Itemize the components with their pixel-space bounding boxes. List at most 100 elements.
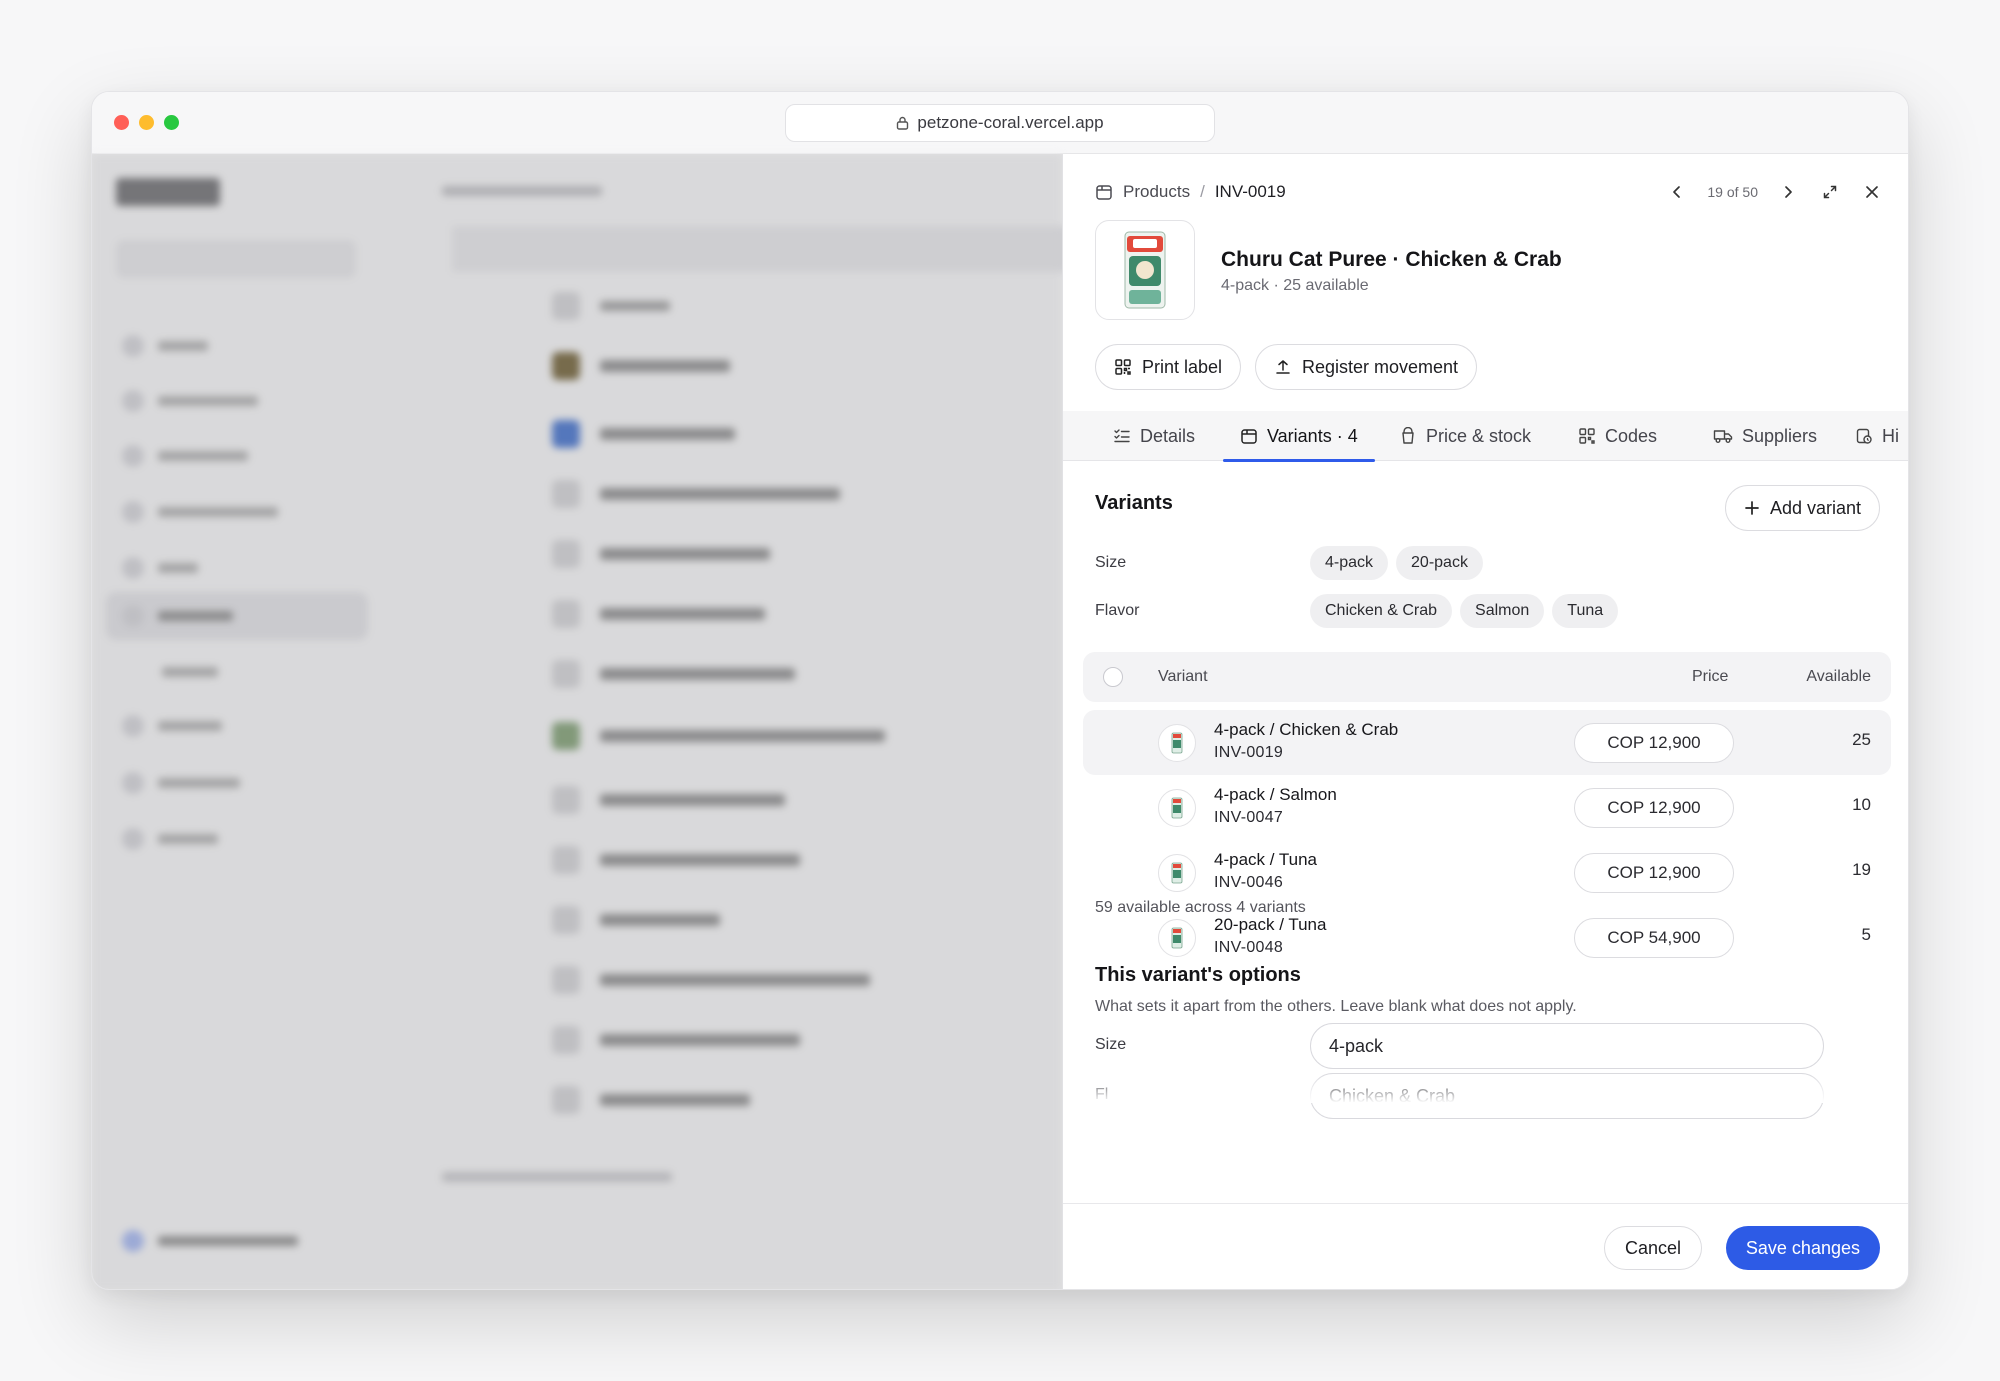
pager-text: 19 of 50 — [1707, 184, 1758, 200]
previous-record-button[interactable] — [1665, 180, 1689, 204]
close-window-button[interactable] — [114, 115, 129, 130]
lock-icon — [897, 116, 909, 130]
variant-sku: INV-0019 — [1214, 744, 1284, 761]
flavor-option-label: Flavor — [1095, 602, 1140, 619]
cancel-button[interactable]: Cancel — [1603, 1226, 1702, 1270]
tab-price-stock[interactable]: Price & stock — [1399, 411, 1531, 461]
chevron-right-icon — [1785, 186, 1792, 198]
variant-price-input[interactable]: COP 54,900 — [1574, 918, 1734, 958]
print-label-text: Print label — [1142, 356, 1223, 377]
variants-section-title: Variants — [1095, 492, 1173, 514]
tab-history-label: Hi — [1882, 425, 1899, 446]
tab-details-label: Details — [1140, 425, 1196, 446]
variant-available: 10 — [1852, 795, 1871, 814]
truck-icon — [1713, 430, 1733, 443]
browser-titlebar: petzone-coral.vercel.app — [92, 92, 1908, 154]
column-header-variant: Variant — [1158, 668, 1208, 685]
variant-price-input[interactable]: COP 12,900 — [1574, 788, 1734, 828]
tab-history[interactable]: Hi — [1855, 411, 1899, 461]
product-pouch-image — [1171, 862, 1183, 884]
upload-icon — [1276, 360, 1290, 374]
maximize-window-button[interactable] — [164, 115, 179, 130]
size-chip[interactable]: 20-pack — [1396, 546, 1483, 580]
add-variant-button[interactable]: Add variant — [1724, 485, 1880, 531]
history-icon — [1856, 428, 1872, 444]
qr-code-icon — [1115, 359, 1131, 375]
tab-codes[interactable]: Codes — [1578, 411, 1657, 461]
table-row[interactable]: 4-pack / Chicken & Crab INV-0019 COP 12,… — [1083, 710, 1891, 775]
print-label-button[interactable]: Print label — [1095, 344, 1242, 390]
flavor-chip[interactable]: Chicken & Crab — [1310, 594, 1453, 628]
variants-summary: 59 available across 4 variants — [1095, 899, 1306, 916]
variant-name: 4-pack / Salmon — [1214, 785, 1337, 804]
flavor-chip[interactable]: Tuna — [1552, 594, 1619, 628]
variant-available: 25 — [1852, 730, 1871, 749]
variant-price-input[interactable]: COP 12,900 — [1574, 853, 1734, 893]
table-row[interactable]: 4-pack / Tuna INV-0046 COP 12,900 19 — [1083, 840, 1891, 905]
tag-icon — [1402, 427, 1414, 444]
size-field[interactable]: 4-pack — [1310, 1023, 1824, 1069]
panel-footer: Cancel Save changes — [1063, 1203, 1908, 1289]
size-field-label: Size — [1095, 1036, 1127, 1053]
register-movement-button[interactable]: Register movement — [1255, 344, 1478, 390]
tab-variants[interactable]: Variants · 4 — [1223, 411, 1375, 462]
tab-details[interactable]: Details — [1113, 411, 1195, 461]
expand-icon — [1823, 185, 1837, 199]
modal-backdrop[interactable] — [92, 154, 1062, 1289]
breadcrumb-current: INV-0019 — [1214, 182, 1286, 201]
scroll-fade — [1063, 1073, 1908, 1103]
breadcrumb: Products / INV-0019 — [1095, 182, 1286, 202]
url-text: petzone-coral.vercel.app — [917, 113, 1104, 132]
breadcrumb-products-link[interactable]: Products — [1123, 182, 1190, 202]
variant-available: 19 — [1852, 860, 1871, 879]
product-pouch-image — [1171, 927, 1183, 949]
close-icon — [1866, 186, 1878, 198]
close-panel-button[interactable] — [1860, 180, 1884, 204]
size-option-chips: 4-pack 20-pack — [1310, 546, 1483, 580]
list-check-icon — [1114, 429, 1130, 443]
next-record-button[interactable] — [1776, 180, 1800, 204]
expand-button[interactable] — [1818, 180, 1842, 204]
tab-price-stock-label: Price & stock — [1426, 425, 1532, 446]
variant-sku: INV-0047 — [1214, 809, 1284, 826]
tab-suppliers-label: Suppliers — [1742, 425, 1818, 446]
address-bar[interactable]: petzone-coral.vercel.app — [785, 104, 1215, 142]
breadcrumb-separator: / — [1200, 182, 1205, 201]
table-row[interactable]: 4-pack / Salmon INV-0047 COP 12,900 10 — [1083, 775, 1891, 840]
variant-name: 4-pack / Tuna — [1214, 850, 1318, 869]
product-image — [1095, 220, 1195, 320]
app-area: Products / INV-0019 19 of 50 Churu Cat P… — [92, 154, 1908, 1289]
variant-sku: INV-0046 — [1214, 874, 1284, 891]
tab-codes-label: Codes — [1605, 425, 1658, 446]
column-header-available: Available — [1806, 668, 1871, 685]
variant-thumbnail — [1158, 724, 1196, 762]
panel-tabs: Details Variants · 4 Price & stock Codes… — [1063, 411, 1908, 462]
product-pouch-image — [1171, 732, 1183, 754]
product-title: Churu Cat Puree · Chicken & Crab — [1221, 248, 1562, 271]
variant-name: 20-pack / Tuna — [1214, 915, 1327, 934]
minimize-window-button[interactable] — [139, 115, 154, 130]
size-chip[interactable]: 4-pack — [1310, 546, 1389, 580]
variant-thumbnail — [1158, 789, 1196, 827]
tab-variants-label: Variants · 4 — [1267, 425, 1358, 446]
variant-thumbnail — [1158, 854, 1196, 892]
flavor-chip[interactable]: Salmon — [1460, 594, 1545, 628]
browser-window: petzone-coral.vercel.app Products / INV-… — [91, 91, 1909, 1290]
variant-available: 5 — [1861, 925, 1871, 944]
qr-code-icon — [1579, 428, 1595, 444]
tab-suppliers[interactable]: Suppliers — [1713, 411, 1817, 461]
save-changes-button[interactable]: Save changes — [1725, 1226, 1880, 1270]
variant-price-input[interactable]: COP 12,900 — [1574, 723, 1734, 763]
flavor-option-chips: Chicken & Crab Salmon Tuna — [1310, 594, 1619, 628]
table-header: Variant Price Available — [1083, 652, 1891, 702]
product-subtitle: 4-pack · 25 available — [1221, 277, 1369, 294]
plus-icon — [1745, 501, 1759, 515]
variants-table: Variant Price Available 4-pack / Chicken… — [1083, 652, 1891, 970]
size-option-label: Size — [1095, 554, 1127, 571]
select-all-radio[interactable] — [1103, 667, 1123, 687]
package-icon — [1096, 185, 1112, 200]
product-pouch-image — [1171, 797, 1183, 819]
record-navigation: 19 of 50 — [1665, 180, 1884, 204]
add-variant-label: Add variant — [1769, 497, 1861, 518]
variant-sku: INV-0048 — [1214, 939, 1284, 956]
